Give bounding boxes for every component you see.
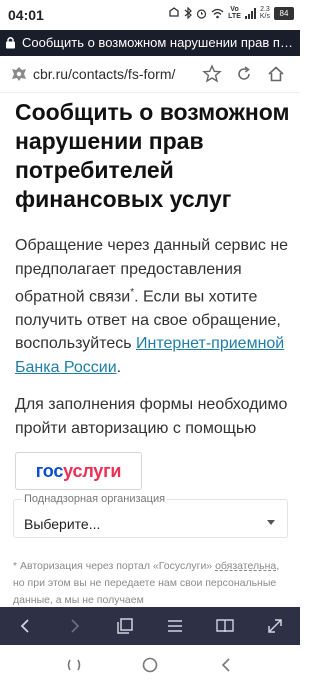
book-icon — [216, 619, 234, 633]
feedback-notice: Обращение через данный сервис не предпол… — [15, 234, 290, 379]
gosuslugi-login-button[interactable]: гос услуги — [15, 452, 142, 491]
status-bar: 04:01 Vo LTE 2.3 K/s 84 — [0, 0, 300, 30]
back-arrow-icon[interactable] — [216, 655, 236, 675]
gosuslugi-logo-part2: услуги — [63, 460, 122, 481]
lock-icon — [6, 37, 15, 49]
star-icon[interactable] — [202, 64, 222, 84]
url-field[interactable]: cbr.ru/contacts/fs-form/ — [33, 66, 175, 82]
tab-title-strip[interactable]: Сообщить о возможном нарушении прав потр… — [0, 30, 300, 56]
speed-unit: K/s — [259, 13, 270, 20]
footnote-dashed-term: обязательна — [215, 560, 277, 572]
home-circle-icon[interactable] — [140, 655, 160, 675]
lte-bottom: LTE — [228, 13, 241, 20]
signal-icon — [244, 7, 256, 19]
browser-toolbar — [0, 607, 300, 645]
speed-value: 2.3 — [260, 6, 270, 13]
expand-icon — [268, 619, 282, 633]
back-button[interactable] — [13, 614, 37, 638]
forward-button[interactable] — [63, 614, 87, 638]
menu-button[interactable] — [163, 614, 187, 638]
lte-indicator: Vo LTE — [228, 6, 241, 20]
organization-select-value: Выберите... — [24, 516, 101, 532]
recents-icon[interactable] — [64, 655, 84, 675]
reader-button[interactable] — [213, 614, 237, 638]
auth-footnote: * Авторизация через портал «Госуслуги» о… — [13, 558, 288, 609]
tabs-icon — [117, 618, 133, 634]
chevron-left-icon — [20, 619, 29, 633]
fullscreen-button[interactable] — [263, 614, 287, 638]
organization-select[interactable]: Поднадзорная организация Выберите... — [13, 493, 288, 538]
chevron-down-icon — [267, 520, 275, 525]
home-icon[interactable] — [266, 64, 286, 84]
battery-icon: 84 — [274, 6, 294, 20]
network-speed: 2.3 K/s — [260, 6, 270, 20]
tabs-button[interactable] — [113, 614, 137, 638]
status-time: 04:01 — [8, 7, 44, 23]
main-content: Сообщить о возможном нарушении прав потр… — [15, 92, 290, 491]
system-navigation-bar — [0, 645, 300, 684]
chevron-right-icon — [71, 619, 80, 633]
notice-end: . — [116, 358, 122, 376]
reload-icon[interactable] — [234, 64, 254, 84]
gosuslugi-logo-part1: гос — [35, 460, 64, 481]
wifi-icon — [211, 8, 224, 18]
auth-instruction: Для заполнения формы необходимо пройти а… — [15, 396, 288, 437]
address-bar: cbr.ru/contacts/fs-form/ — [0, 56, 300, 93]
footnote-text: Авторизация через портал «Госуслуги» — [20, 560, 216, 572]
bluetooth-icon — [184, 7, 193, 19]
tab-title: Сообщить о возможном нарушении прав потр… — [22, 35, 294, 50]
menu-icon — [168, 620, 182, 632]
cbr-logo-icon — [12, 67, 26, 81]
alarm-icon — [197, 8, 207, 19]
status-icons: Vo LTE 2.3 K/s 84 — [168, 6, 294, 20]
organization-select-label: Поднадзорная организация — [22, 493, 168, 505]
lte-top: Vo — [230, 6, 239, 13]
footnote-star: * — [13, 560, 21, 572]
notification-icon — [169, 7, 179, 17]
page-title: Сообщить о возможном нарушении прав потр… — [15, 99, 290, 212]
